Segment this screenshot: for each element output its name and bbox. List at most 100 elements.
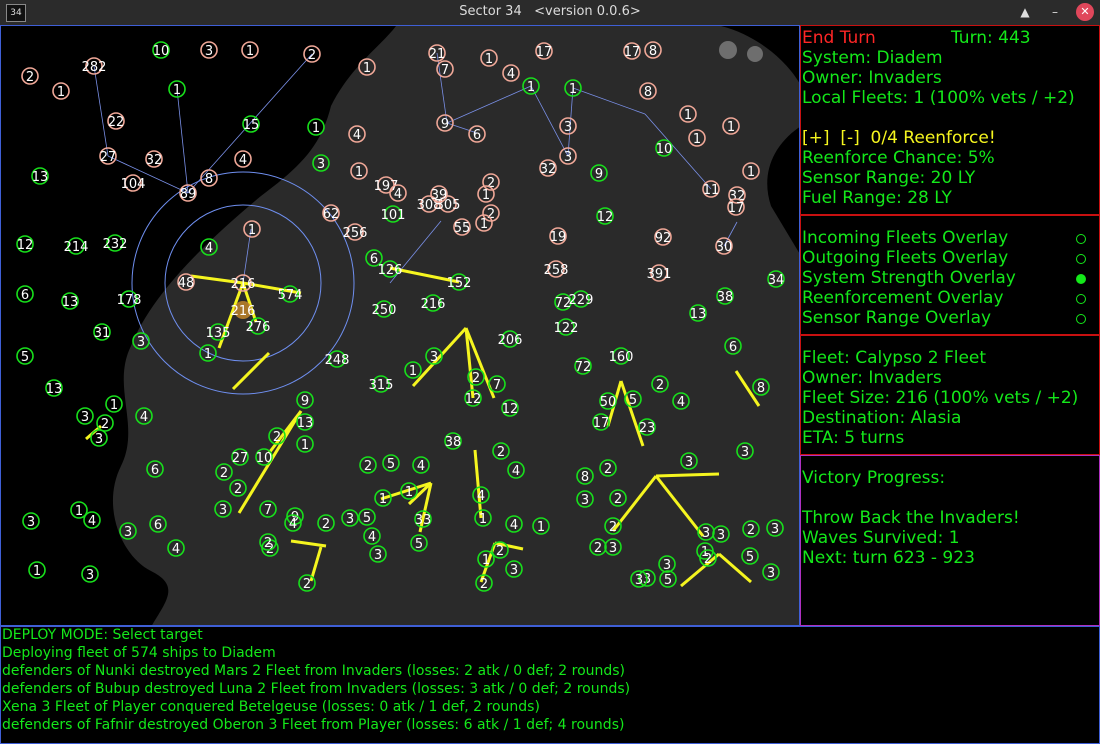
star-system[interactable]: 3 — [22, 512, 40, 530]
radio-icon[interactable] — [1076, 314, 1086, 324]
star-system[interactable]: 39 — [430, 185, 448, 203]
star-system[interactable]: 13 — [31, 167, 49, 185]
star-system[interactable]: 256 — [343, 223, 368, 241]
star-system[interactable]: 62 — [322, 204, 340, 222]
star-system[interactable]: 1 — [52, 82, 70, 100]
radio-icon[interactable] — [1076, 254, 1086, 264]
star-system[interactable]: 72 — [574, 357, 592, 375]
star-system[interactable]: 22 — [107, 112, 125, 130]
star-system[interactable]: 3 — [81, 565, 99, 583]
star-system[interactable]: 3 — [200, 41, 218, 59]
star-system[interactable]: 8 — [200, 169, 218, 187]
star-system[interactable]: 574 — [278, 285, 303, 303]
star-system[interactable]: 23 — [638, 418, 656, 436]
star-system[interactable]: 12 — [464, 389, 482, 407]
star-system[interactable]: 13 — [45, 379, 63, 397]
star-system[interactable]: 1 — [70, 501, 88, 519]
star-system[interactable]: 92 — [654, 228, 672, 246]
radio-icon[interactable] — [1076, 294, 1086, 304]
star-system[interactable]: 32 — [539, 159, 557, 177]
reenforce-button[interactable]: 0/4 Reenforce! — [871, 128, 996, 148]
star-system[interactable]: 21 — [428, 44, 446, 62]
overlay-system-strength[interactable]: System Strength Overlay — [802, 268, 1094, 288]
star-system[interactable]: 19 — [549, 227, 567, 245]
galaxy-map[interactable]: 10 3 1 2 1 2 1 282 1 21 1 17 1 17 8 7 4 1 8 3 1 22 15 1 4 6 9 3 1 1 27… — [0, 25, 800, 626]
star-system[interactable]: 1 — [105, 395, 123, 413]
star-system[interactable]: 315 — [369, 375, 394, 393]
star-system[interactable]: 3 — [76, 407, 94, 425]
star-system[interactable]: 6 — [16, 285, 34, 303]
star-system[interactable]: 34 — [767, 270, 785, 288]
star-system[interactable]: 12 — [596, 207, 614, 225]
star-system[interactable]: 27 — [231, 448, 249, 466]
star-system[interactable]: 55 — [453, 218, 471, 236]
star-system[interactable]: 38 — [444, 432, 462, 450]
star-system[interactable]: 248 — [325, 350, 350, 368]
star-system[interactable]: 13 — [296, 413, 314, 431]
star-system[interactable]: 232 — [103, 234, 128, 252]
star-system[interactable]: 276 — [246, 317, 271, 335]
star-system[interactable]: 17 — [623, 42, 641, 60]
star-system[interactable]: 38 — [716, 287, 734, 305]
star-system[interactable]: 2 — [303, 45, 321, 63]
star-system[interactable]: 104 — [121, 174, 146, 192]
star-system[interactable]: 31 — [93, 323, 111, 341]
star-system[interactable]: 1 — [28, 561, 46, 579]
star-system[interactable]: 17 — [727, 198, 745, 216]
star-system[interactable]: 10 — [255, 448, 273, 466]
star-system[interactable]: 32 — [145, 150, 163, 168]
star-system[interactable]: 10 — [152, 41, 170, 59]
star-system[interactable]: 250 — [372, 300, 397, 318]
overlay-outgoing-fleets[interactable]: Outgoing Fleets Overlay — [802, 248, 1094, 268]
star-system[interactable]: 10 — [655, 139, 673, 157]
star-system[interactable]: 1 — [168, 80, 186, 98]
star-system[interactable]: 135 — [206, 323, 231, 341]
star-system[interactable]: 391 — [647, 264, 672, 282]
galaxy-map-canvas[interactable]: 10 3 12121282121 1 17117 87 41 83122 15 1 4 6931127… — [1, 26, 800, 626]
star-system[interactable]: 160 — [609, 347, 634, 365]
star-system[interactable]: 282 — [82, 57, 107, 75]
star-system[interactable]: 4 — [234, 150, 252, 168]
star-system[interactable]: 2 — [21, 67, 39, 85]
star-system[interactable]: 17 — [535, 42, 553, 60]
restore-icon[interactable]: ▲ — [1016, 3, 1034, 21]
star-system[interactable]: 89 — [179, 184, 197, 202]
overlay-incoming-fleets[interactable]: Incoming Fleets Overlay — [802, 228, 1094, 248]
star-system[interactable]: 12 — [501, 399, 519, 417]
star-system[interactable]: 3 — [90, 429, 108, 447]
star-system[interactable]: 13 — [689, 304, 707, 322]
radio-selected-icon[interactable] — [1076, 274, 1086, 284]
end-turn-button[interactable]: End Turn — [802, 28, 876, 48]
star-system[interactable]: 17 — [592, 413, 610, 431]
reenforce-minus-button[interactable]: [-] — [840, 128, 859, 148]
star-system[interactable]: 178 — [117, 290, 142, 308]
star-system[interactable]: 258 — [544, 260, 569, 278]
close-icon[interactable]: ✕ — [1076, 3, 1094, 21]
star-system[interactable]: 214 — [64, 237, 89, 255]
minimize-icon[interactable]: – — [1046, 3, 1064, 21]
star-system[interactable]: 5 — [16, 347, 34, 365]
star-system[interactable]: 229 — [569, 290, 594, 308]
star-system[interactable]: 11 — [702, 180, 720, 198]
star-system[interactable]: 1 — [241, 41, 259, 59]
reenforce-plus-button[interactable]: [+] — [802, 128, 830, 148]
star-system[interactable]: 13 — [61, 292, 79, 310]
star-system[interactable]: 50 — [599, 392, 617, 410]
star-system[interactable]: 216 — [421, 294, 446, 312]
star-system[interactable]: 30 — [715, 237, 733, 255]
overlay-sensor-range[interactable]: Sensor Range Overlay — [802, 308, 1094, 328]
star-system[interactable]: 12 — [16, 235, 34, 253]
star-system[interactable]: 101 — [381, 205, 406, 223]
star-system[interactable]: 15 — [242, 115, 260, 133]
star-system[interactable]: 48 — [177, 273, 195, 291]
star-system[interactable]: 1 — [307, 118, 325, 136]
star-system[interactable]: 27 — [99, 147, 117, 165]
star-system[interactable]: 216 — [231, 274, 256, 292]
star-system[interactable]: 152 — [447, 273, 472, 291]
star-system[interactable]: 126 — [378, 260, 403, 278]
star-system[interactable]: 206 — [498, 330, 523, 348]
radio-icon[interactable] — [1076, 234, 1086, 244]
star-system[interactable]: 33 — [414, 510, 432, 528]
overlay-reenforcement[interactable]: Reenforcement Overlay — [802, 288, 1094, 308]
star-system[interactable]: 122 — [554, 318, 579, 336]
